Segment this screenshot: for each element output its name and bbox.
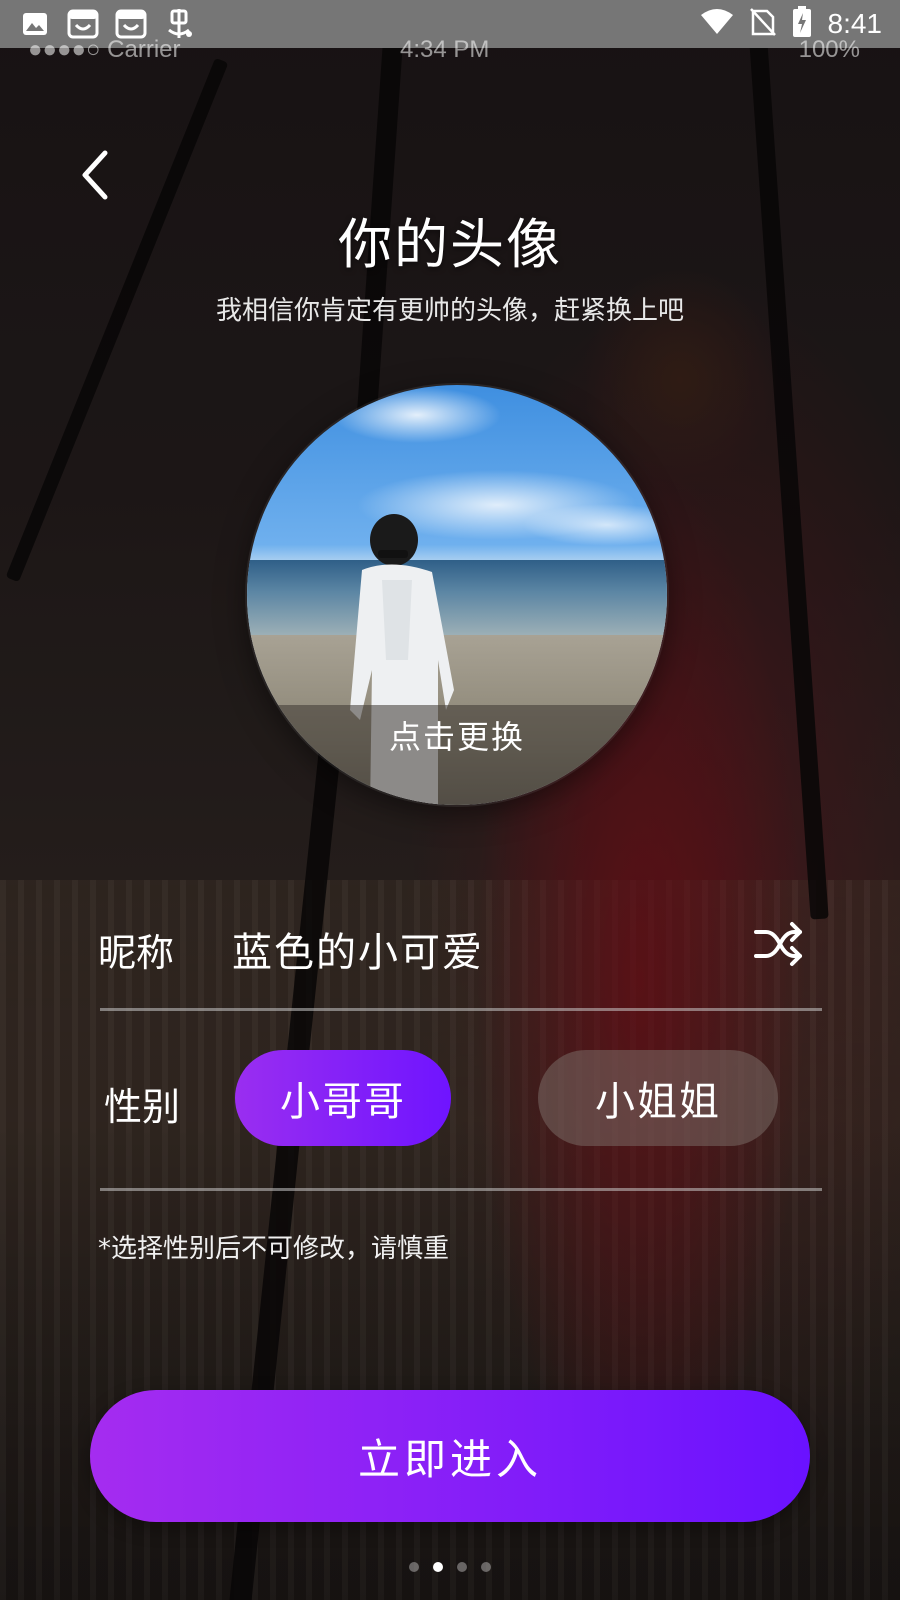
page-dot	[409, 1562, 419, 1572]
chevron-left-icon	[82, 150, 108, 200]
page-subtitle: 我相信你肯定有更帅的头像，赶紧换上吧	[215, 296, 684, 326]
shuffle-button[interactable]	[752, 918, 808, 974]
nickname-input[interactable]: 蓝色的小可爱	[232, 920, 484, 978]
nickname-divider	[100, 1008, 822, 1011]
gender-divider	[100, 1188, 822, 1191]
enter-button[interactable]: 立即进入	[90, 1390, 810, 1522]
gender-label: 性别	[104, 1085, 181, 1129]
gender-option-male[interactable]: 小哥哥	[235, 1050, 451, 1146]
page-dot	[481, 1562, 491, 1572]
page-dot	[433, 1562, 443, 1572]
avatar-change-overlay: 点击更换	[247, 705, 667, 805]
shuffle-icon	[754, 922, 802, 966]
embedded-status-bar: ●●●●○ Carrier 4:34 PM 100%	[0, 36, 900, 64]
avatar-picker[interactable]: 点击更换	[247, 385, 667, 805]
gender-option-female[interactable]: 小姐姐	[538, 1050, 778, 1146]
gender-warning-note: *选择性别后不可修改，请慎重	[98, 1234, 450, 1264]
avatar-change-label: 点击更换	[388, 718, 525, 756]
page-title: 你的头像	[338, 213, 562, 276]
page-dot	[457, 1562, 467, 1572]
embedded-time: 4:34 PM	[400, 36, 490, 63]
page-indicator	[0, 1562, 900, 1572]
embedded-battery: 100%	[798, 36, 860, 63]
carrier-text: ●●●●○ Carrier	[28, 36, 181, 63]
nickname-label: 昵称	[98, 931, 175, 975]
